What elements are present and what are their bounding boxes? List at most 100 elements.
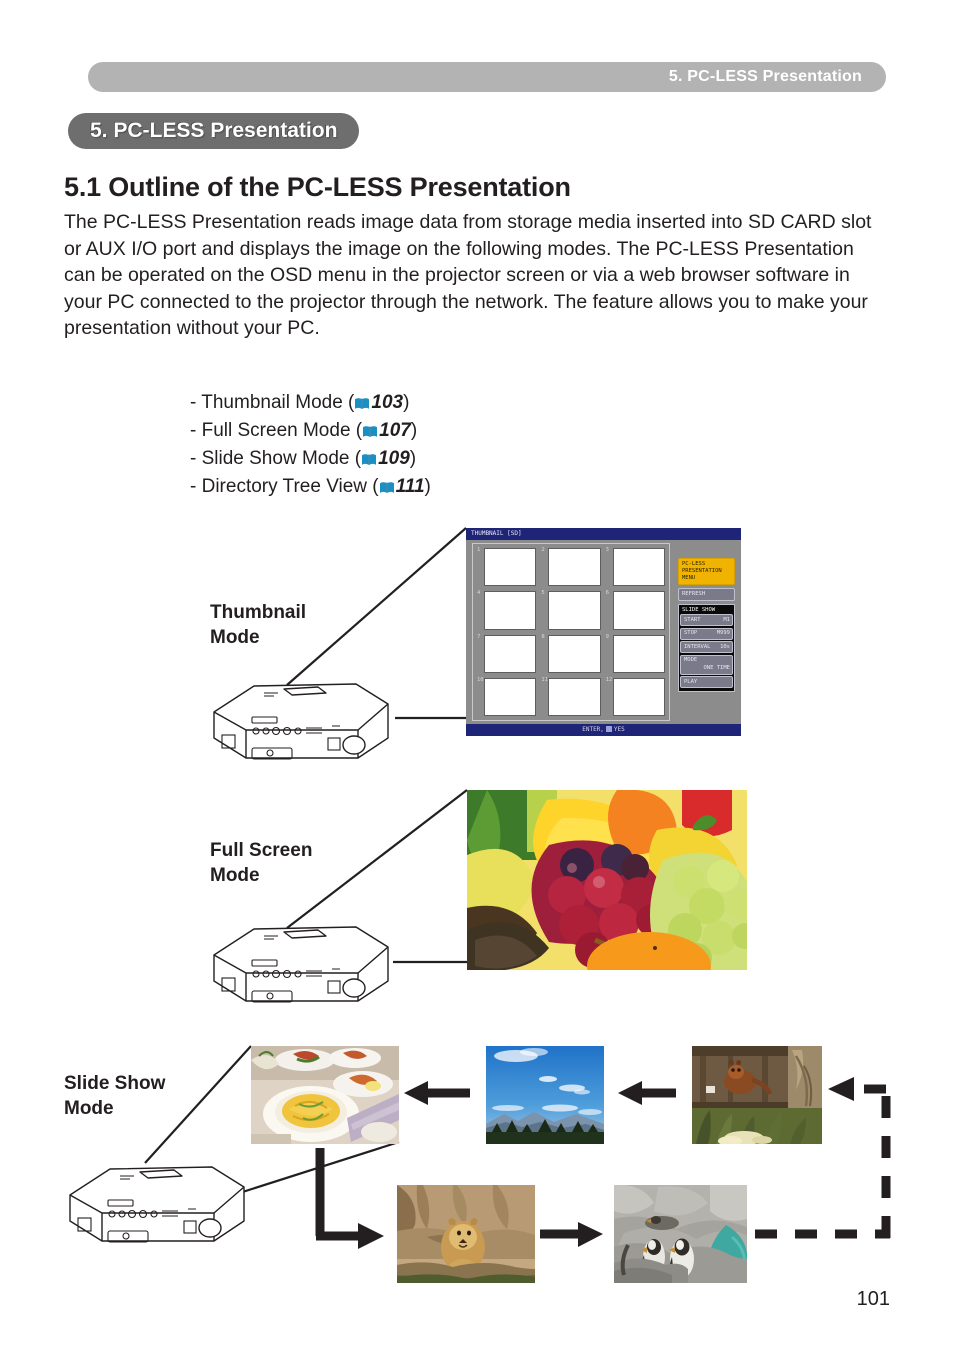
page-number: 101 <box>856 1288 890 1310</box>
osd-cell-image <box>548 634 601 673</box>
osd-thumbnail-cell[interactable]: 4 <box>476 590 538 631</box>
slide-show-photo-sky <box>486 1046 604 1144</box>
osd-row-label: PLAY <box>684 678 698 685</box>
diagram-label-full-screen-mode: Full Screen Mode <box>210 840 313 886</box>
mode-list: - Thumbnail Mode ( 103) - Full Screen Mod… <box>190 390 431 502</box>
mode-list-suffix-0: ) <box>403 392 410 413</box>
list-item: - Thumbnail Mode ( 103) <box>190 390 431 418</box>
osd-thumbnail-cell[interactable]: 7 <box>476 633 538 674</box>
osd-cell-number: 3 <box>605 547 609 553</box>
mode-list-suffix-3: ) <box>424 476 431 497</box>
osd-thumbnail-grid-frame: 1 2 3 4 5 6 7 8 9 10 11 12 <box>472 543 670 721</box>
osd-cell-image <box>612 591 665 630</box>
slide-show-photo-red-panda <box>692 1046 822 1144</box>
section-heading: 5.1 Outline of the PC-LESS Presentation <box>64 172 571 202</box>
osd-thumbnail-cell[interactable]: 3 <box>604 547 666 588</box>
mode-list-prefix-3: - Directory Tree View ( <box>190 476 379 497</box>
osd-cell-image <box>548 548 601 587</box>
mode-list-page-1: 107 <box>379 420 411 441</box>
mode-list-suffix-1: ) <box>410 420 418 441</box>
osd-refresh-button[interactable]: REFRESH <box>678 588 735 601</box>
leader-line-slideshow-bottom <box>229 1140 400 1198</box>
osd-side-menu: PC-LESS PRESENTATION MENU REFRESH SLIDE … <box>678 558 735 692</box>
osd-thumbnail-cell[interactable]: 5 <box>540 590 602 631</box>
osd-cell-number: 11 <box>541 676 548 683</box>
running-header-bar: 5. PC-LESS Presentation <box>88 62 886 92</box>
osd-row-value: 10s <box>720 643 730 650</box>
osd-thumbnail-cell[interactable]: 6 <box>604 590 666 631</box>
osd-row-value: M1 <box>723 616 730 623</box>
osd-footer-suffix: YES <box>613 726 625 733</box>
running-header-text: 5. PC-LESS Presentation <box>668 68 862 85</box>
osd-cell-number: 5 <box>541 590 545 597</box>
osd-slideshow-row-stop[interactable]: STOP M999 <box>680 627 733 640</box>
slide-show-photo-lion <box>397 1185 535 1283</box>
mode-list-page-3: 111 <box>395 476 425 497</box>
osd-thumbnail-cell[interactable]: 2 <box>540 547 602 588</box>
chapter-badge-text: 5. PC-LESS Presentation <box>90 119 338 142</box>
osd-thumbnail-cell[interactable]: 8 <box>540 633 602 674</box>
osd-slideshow-row-start[interactable]: START M1 <box>680 614 733 626</box>
osd-slideshow-row-play[interactable]: PLAY <box>680 676 733 688</box>
section-body-text: The PC-LESS Presentation reads image dat… <box>64 211 872 339</box>
osd-titlebar: THUMBNAIL [SD] <box>466 528 741 540</box>
osd-slideshow-title: SLIDE SHOW <box>682 607 716 613</box>
slide-show-photo-food <box>251 1046 399 1144</box>
mode-list-suffix-2: ) <box>409 448 417 469</box>
osd-cell-image <box>612 634 665 673</box>
list-item: - Full Screen Mode ( 107) <box>190 418 431 446</box>
osd-cell-image <box>612 548 665 587</box>
mode-list-prefix-2: - Slide Show Mode ( <box>190 448 362 469</box>
book-icon <box>362 420 378 446</box>
osd-cell-number: 12 <box>605 676 613 683</box>
remote-key-icon <box>605 726 612 732</box>
osd-pcless-presentation-menu-button[interactable]: PC-LESS PRESENTATION MENU <box>678 558 735 585</box>
osd-row-label: START <box>684 616 701 623</box>
osd-footer: ENTER, YES <box>466 724 741 736</box>
osd-cell-image <box>548 591 601 630</box>
projector-illustration <box>62 1145 252 1255</box>
osd-cell-image <box>484 634 537 673</box>
osd-cell-number: 4 <box>477 590 481 597</box>
book-icon <box>379 476 395 502</box>
list-item: - Directory Tree View ( 111) <box>190 474 431 502</box>
projector-illustration <box>206 662 396 772</box>
osd-row-label: MODE <box>684 657 698 663</box>
mode-list-page-0: 103 <box>371 392 404 413</box>
book-icon <box>354 392 370 418</box>
flow-arrow-lion-to-penguin <box>540 1222 603 1247</box>
osd-footer-prefix: ENTER, <box>582 726 604 733</box>
osd-thumbnail-cell[interactable]: 1 <box>476 547 538 588</box>
osd-slideshow-panel: SLIDE SHOW START M1 STOP M999 INTERVAL 1… <box>678 604 735 692</box>
osd-row-value: M999 <box>716 630 730 636</box>
mode-list-prefix-1: - Full Screen Mode ( <box>190 420 363 441</box>
list-item: - Slide Show Mode (109) <box>190 446 431 474</box>
osd-thumbnail-screen: THUMBNAIL [SD] 1 2 3 4 5 6 7 8 9 10 11 1… <box>466 528 741 736</box>
osd-cell-number: 2 <box>541 547 545 553</box>
diagram-label-thumbnail-mode: Thumbnail Mode <box>210 602 307 648</box>
osd-thumbnail-cell[interactable]: 10 <box>476 676 538 717</box>
osd-cell-image <box>484 677 537 716</box>
osd-slideshow-row-mode[interactable]: MODE ONE TIME <box>680 654 733 675</box>
osd-cell-number: 9 <box>605 633 609 640</box>
osd-cell-image <box>612 677 665 716</box>
flow-arrow-panda-to-sky <box>618 1081 676 1105</box>
diagram-label-slide-show-mode: Slide Show Mode <box>64 1073 166 1119</box>
osd-thumbnail-cell[interactable]: 12 <box>604 676 666 717</box>
flow-arrow-sky-to-food <box>404 1081 470 1105</box>
full-screen-mode-photo <box>467 790 747 970</box>
osd-cell-number: 1 <box>477 547 481 553</box>
slide-show-photo-penguins <box>614 1185 747 1283</box>
osd-thumbnail-grid: 1 2 3 4 5 6 7 8 9 10 11 12 <box>476 547 666 717</box>
osd-slideshow-row-interval[interactable]: INTERVAL 10s <box>680 641 733 653</box>
osd-cell-number: 8 <box>541 633 545 640</box>
osd-row-label: INTERVAL <box>684 643 711 650</box>
osd-thumbnail-cell[interactable]: 9 <box>604 633 666 674</box>
osd-cell-number: 10 <box>477 676 484 683</box>
projector-illustration <box>206 905 396 1015</box>
osd-cell-image <box>484 591 537 630</box>
mode-list-prefix-0: - Thumbnail Mode ( <box>190 392 355 413</box>
osd-cell-number: 7 <box>477 633 481 640</box>
chapter-badge: 5. PC-LESS Presentation <box>68 113 360 149</box>
osd-thumbnail-cell[interactable]: 11 <box>540 676 602 717</box>
